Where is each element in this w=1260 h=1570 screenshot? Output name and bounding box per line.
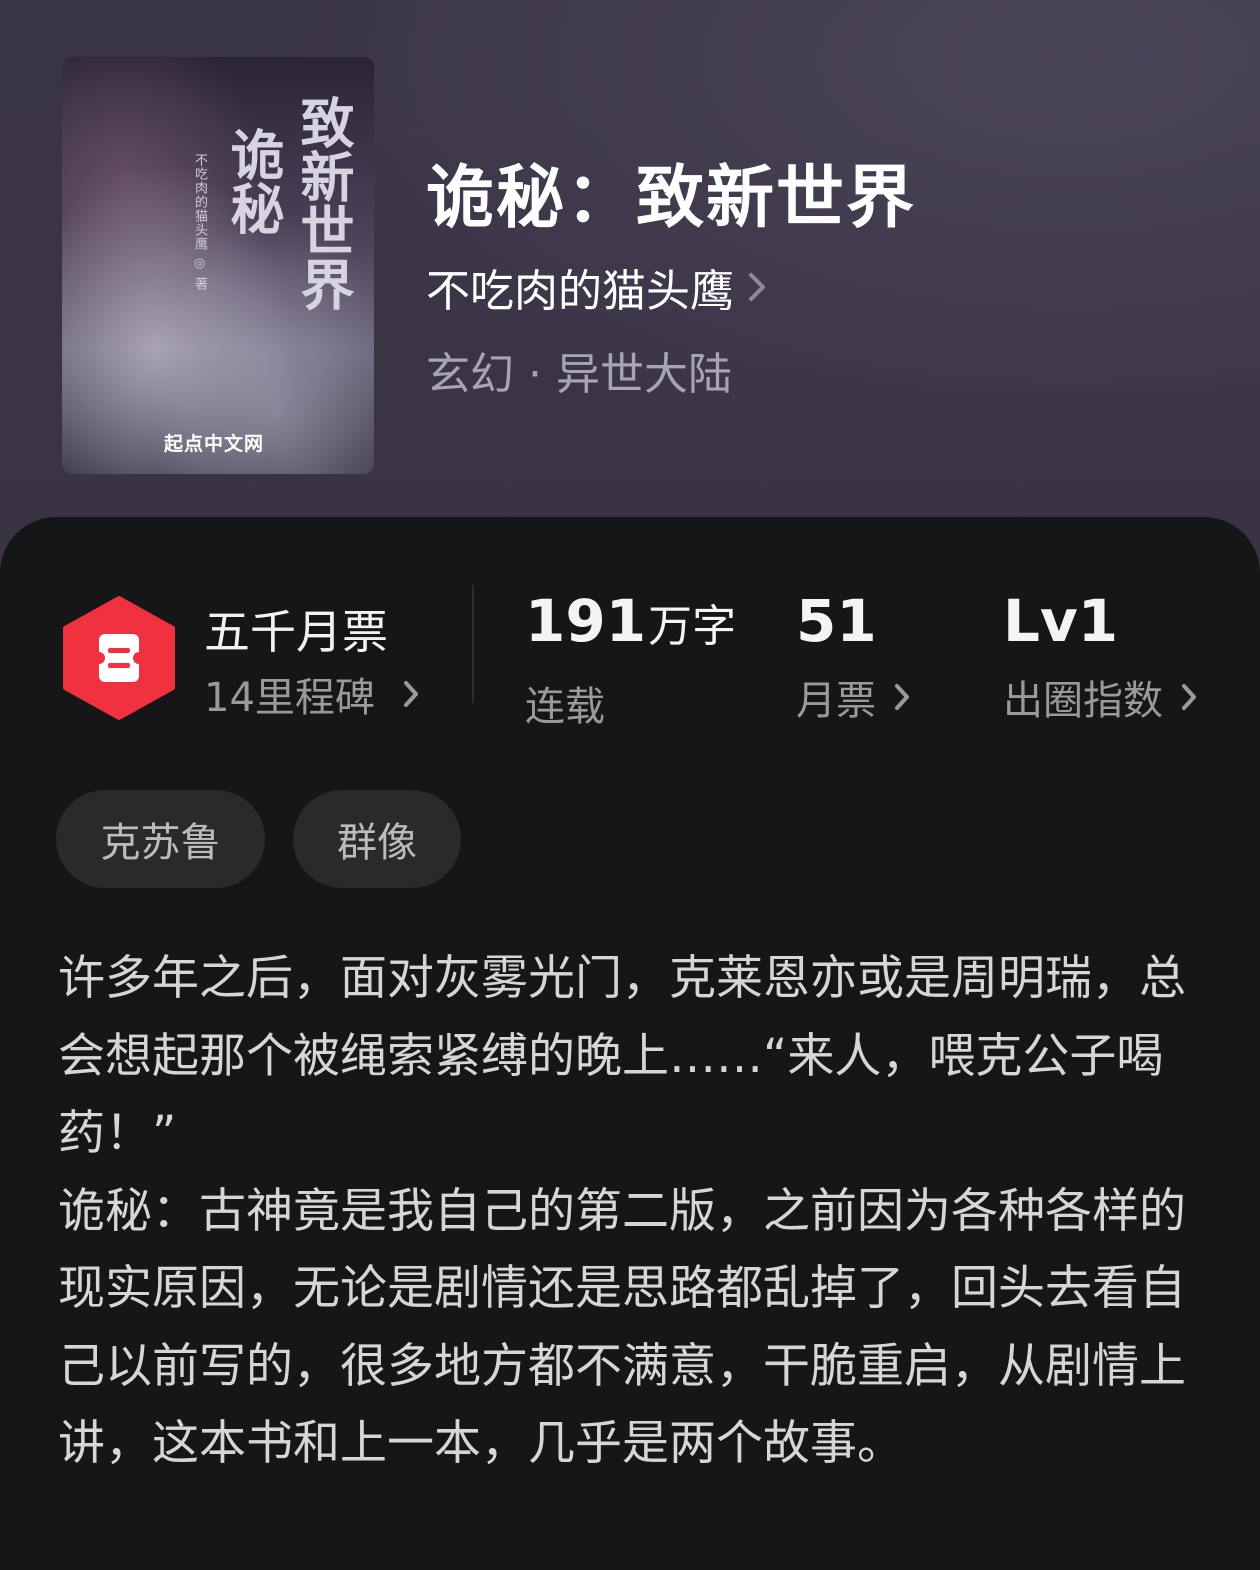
cover-title-main: 致新世界 — [291, 95, 355, 311]
cover-author: 不吃肉的猫头鹰 ◎ 著 — [192, 153, 207, 292]
author-name: 不吃肉的猫头鹰 — [426, 266, 734, 317]
chevron-right-icon — [1182, 684, 1196, 710]
book-title: 诡秘：致新世界 — [426, 158, 917, 238]
cover-title-prefix: 诡秘 — [221, 127, 285, 235]
book-header: 致新世界 诡秘 不吃肉的猫头鹰 ◎ 著 起点中文网 诡秘：致新世界 不吃肉的猫头… — [0, 0, 1260, 600]
stat-monthly-pass-value: 51 — [796, 587, 877, 655]
monthly-pass-badge-icon — [63, 596, 175, 720]
stat-word-count: 191万字 连载 — [525, 590, 736, 732]
stat-popularity-label: 出圈指数 — [1003, 678, 1163, 724]
milestone-link[interactable]: 14里程碑 — [204, 665, 419, 723]
stat-word-count-label: 连载 — [525, 684, 605, 730]
book-genre: 玄幻 · 异世大陆 — [426, 349, 732, 400]
description-paragraph: 许多年之后，面对灰雾光门，克莱恩亦或是周明瑞，总会想起那个被绳索紧缚的晚上……“… — [58, 951, 1186, 1161]
cover-publisher: 起点中文网 — [164, 433, 265, 455]
description-paragraph: 诡秘：古神竟是我自己的第二版，之前因为各种各样的现实原因，无论是剧情还是思路都乱… — [58, 1183, 1186, 1472]
milestone-label: 14里程碑 — [204, 675, 375, 721]
chevron-right-icon — [403, 681, 418, 707]
tag-chip[interactable]: 克苏鲁 — [56, 790, 265, 888]
book-description: 许多年之后，面对灰雾光门，克莱恩亦或是周明瑞，总会想起那个被绳索紧缚的晚上……“… — [58, 940, 1208, 1483]
stats-divider — [472, 585, 474, 703]
stat-word-count-value: 191 — [525, 587, 647, 655]
monthly-pass-title: 五千月票 — [204, 605, 388, 659]
stat-monthly-pass-label: 月票 — [796, 678, 876, 724]
book-cover[interactable]: 致新世界 诡秘 不吃肉的猫头鹰 ◎ 著 起点中文网 — [62, 57, 374, 474]
stat-word-count-unit: 万字 — [648, 601, 737, 652]
tag-chip[interactable]: 群像 — [293, 790, 461, 888]
author-link[interactable]: 不吃肉的猫头鹰 — [426, 255, 766, 319]
stat-popularity-index[interactable]: Lv1 出圈指数 — [1003, 590, 1197, 726]
stat-popularity-value: Lv1 — [1003, 587, 1119, 655]
stat-monthly-pass[interactable]: 51 月票 — [796, 590, 910, 726]
chevron-right-icon — [749, 273, 765, 301]
chevron-right-icon — [895, 684, 909, 710]
